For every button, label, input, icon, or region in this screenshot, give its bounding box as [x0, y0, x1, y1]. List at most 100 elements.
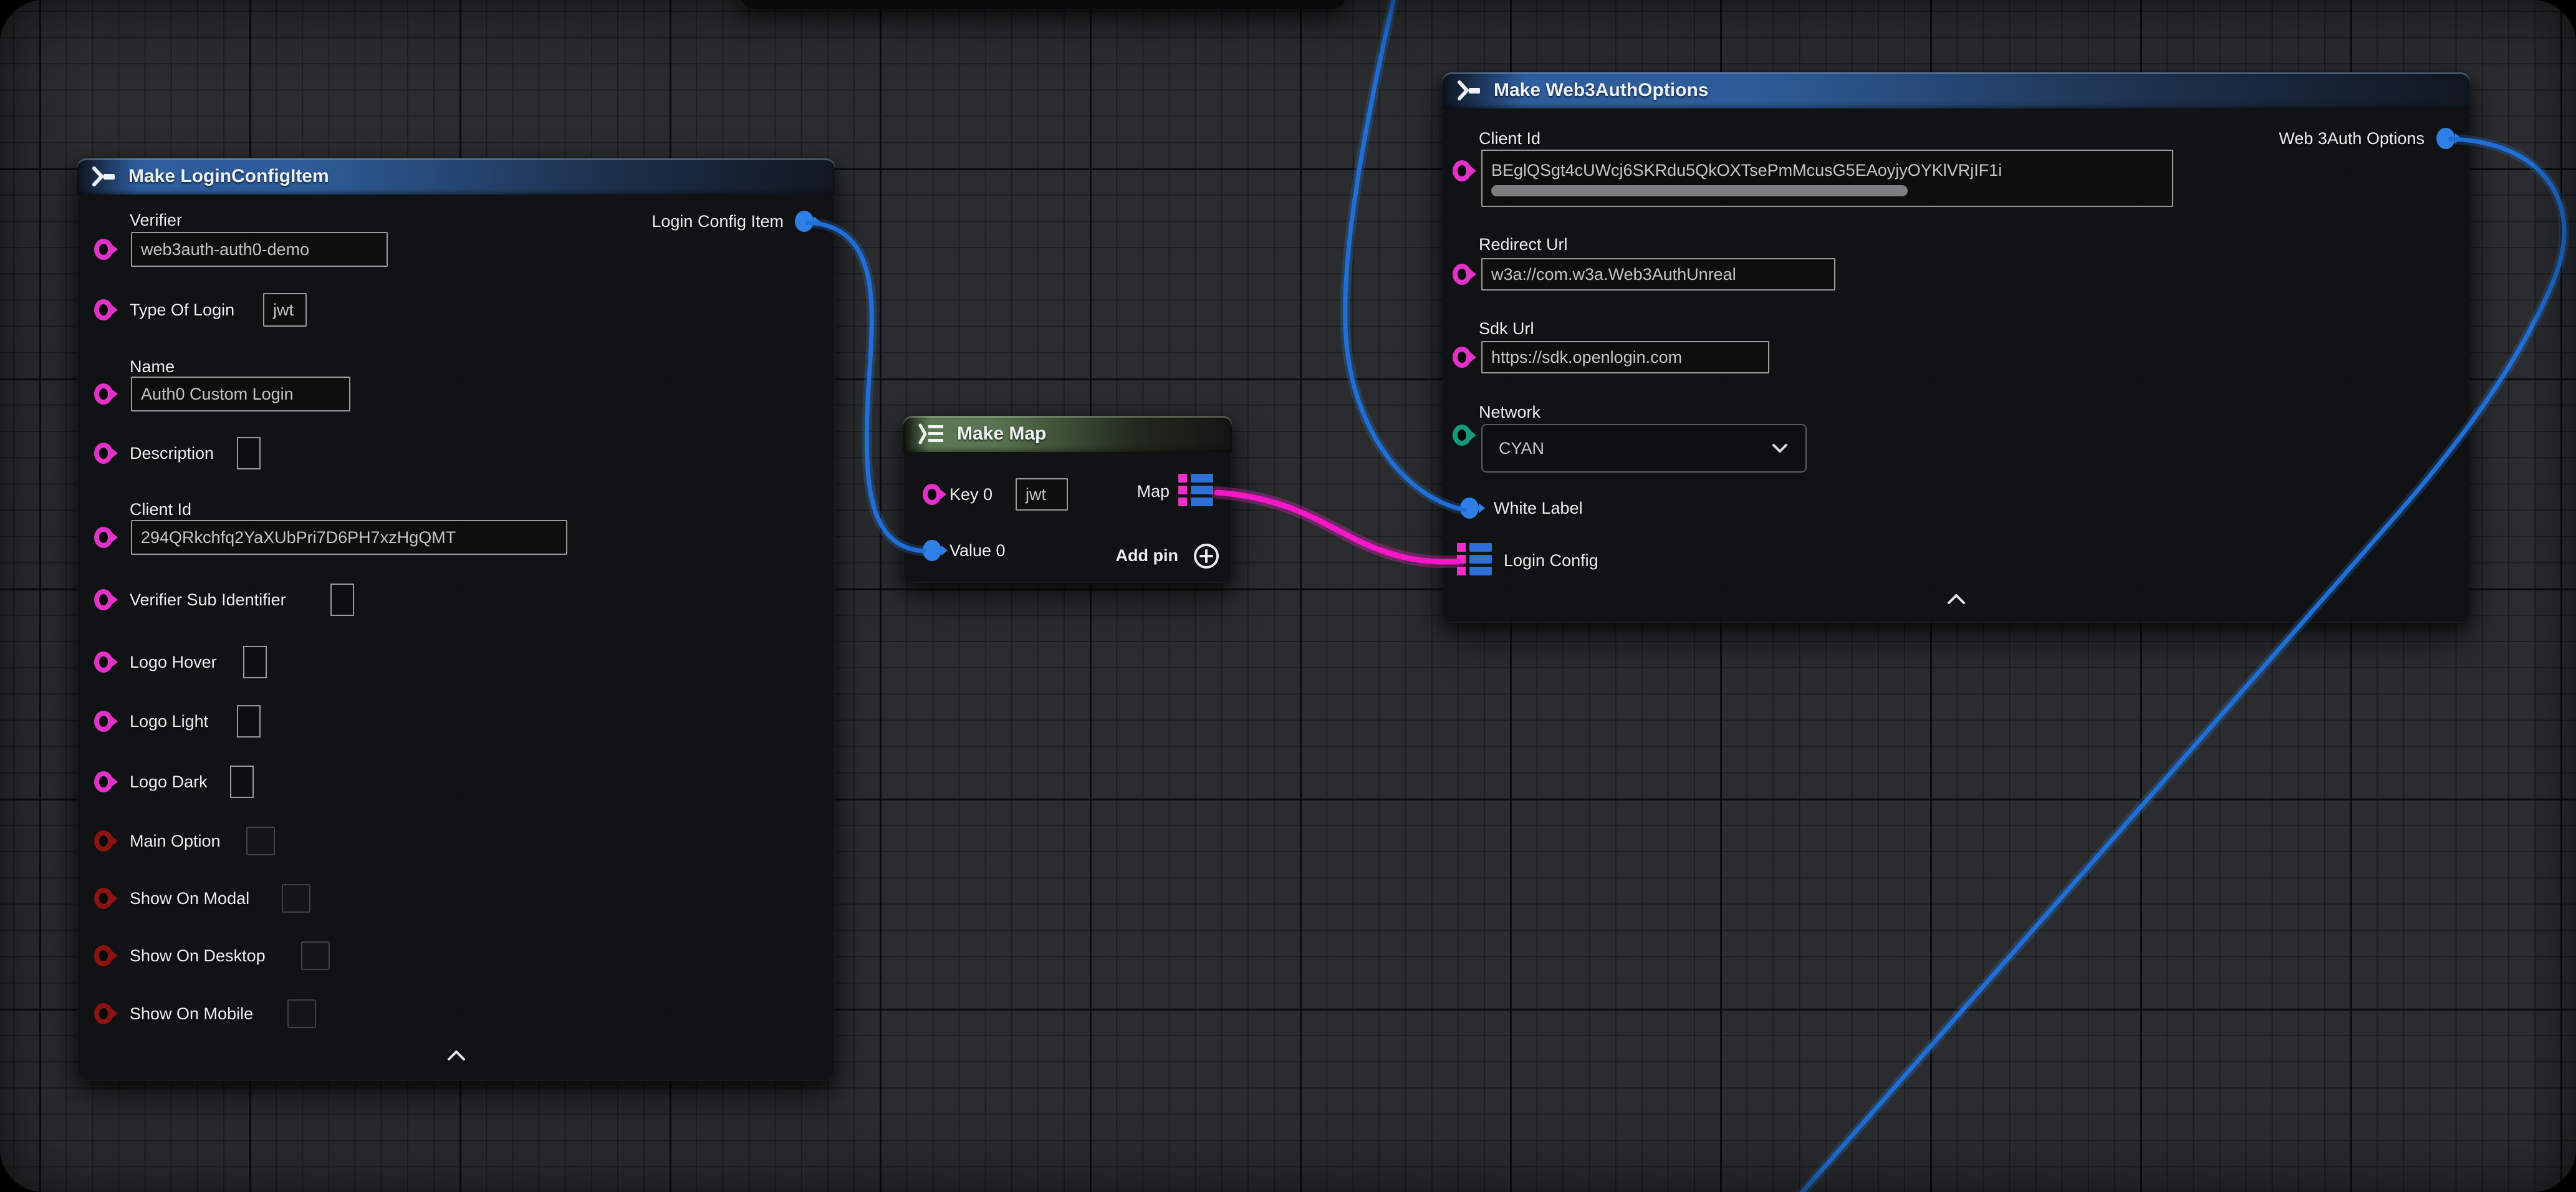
- pin-show-on-desktop[interactable]: [94, 945, 113, 966]
- network-dropdown[interactable]: CYAN: [1481, 424, 1807, 473]
- pin-label-web3auth-options: Web 3Auth Options: [2279, 128, 2425, 149]
- node-title: Make LoginConfigItem: [128, 166, 329, 187]
- add-pin-label: Add pin: [1116, 545, 1178, 566]
- pin-label-network: Network: [1479, 401, 1540, 423]
- pin-logo-hover[interactable]: [94, 651, 113, 673]
- key-0-value: jwt: [1026, 485, 1046, 504]
- pin-label-show-on-modal: Show On Modal: [130, 888, 249, 909]
- pin-client-id[interactable]: [94, 527, 113, 548]
- web3auth-client-id-input[interactable]: BEglQSgt4cUWcj6SKRdu5QkOXTsePmMcusG5EAoy…: [1481, 150, 2173, 207]
- show-on-mobile-checkbox[interactable]: [287, 999, 316, 1028]
- pin-label-verifier: Verifier: [130, 209, 182, 231]
- pin-label-logo-dark: Logo Dark: [130, 771, 208, 792]
- node-make-loginconfigitem: Make LoginConfigItem Login Config Item V…: [77, 158, 835, 1081]
- name-input[interactable]: Auth0 Custom Login: [131, 377, 350, 411]
- pin-label-main-option: Main Option: [130, 830, 221, 852]
- make-map-icon: [916, 421, 947, 446]
- pin-label-show-on-mobile: Show On Mobile: [130, 1003, 253, 1024]
- sdk-url-input[interactable]: https://sdk.openlogin.com: [1481, 341, 1769, 373]
- offscreen-node-remnant[interactable]: [739, 0, 1347, 9]
- redirect-url-input[interactable]: w3a://com.w3a.Web3AuthUnreal: [1481, 258, 1835, 291]
- add-pin-button[interactable]: [1192, 542, 1221, 570]
- chevron-up-icon: [1946, 592, 1967, 606]
- h-scrollbar[interactable]: [1491, 185, 1908, 196]
- pin-label-client-id: Client Id: [1479, 128, 1540, 149]
- pin-label-sdk-url: Sdk Url: [1479, 318, 1534, 339]
- wire-map-to-loginconfig-glow: [1217, 493, 1459, 562]
- pin-show-on-modal[interactable]: [94, 888, 113, 909]
- pin-label-map: Map: [1137, 481, 1170, 502]
- pin-type-of-login[interactable]: [94, 299, 113, 320]
- pin-label-login-config: Login Config: [1504, 550, 1598, 571]
- client-id-input[interactable]: 294QRkchfq2YaXUbPri7D6PH7xzHgQMT: [131, 520, 567, 555]
- pin-name[interactable]: [94, 383, 113, 405]
- pin-label-show-on-desktop: Show On Desktop: [130, 945, 266, 966]
- verifier-sub-identifier-input[interactable]: [330, 584, 354, 616]
- pin-verifier[interactable]: [94, 239, 113, 260]
- pin-logo-dark[interactable]: [94, 771, 113, 792]
- pin-label-logo-hover: Logo Hover: [130, 651, 217, 673]
- verifier-value: web3auth-auth0-demo: [141, 240, 309, 259]
- pin-map-output[interactable]: [1178, 474, 1213, 506]
- node-header-make-map[interactable]: Make Map: [903, 416, 1232, 452]
- pin-login-config-item-output[interactable]: [795, 211, 814, 232]
- make-struct-icon: [90, 164, 118, 189]
- node-header-make-web3authoptions[interactable]: Make Web3AuthOptions: [1443, 72, 2469, 108]
- pin-label-type-of-login: Type Of Login: [130, 299, 234, 320]
- pin-login-config[interactable]: [1457, 543, 1492, 575]
- pin-key-0[interactable]: [923, 484, 941, 505]
- wire-map-to-loginconfig: [1217, 493, 1459, 562]
- sdk-url-value: https://sdk.openlogin.com: [1491, 348, 1682, 367]
- network-selected-value: CYAN: [1499, 439, 1544, 458]
- collapse-node-button[interactable]: [446, 1049, 467, 1062]
- type-of-login-input[interactable]: jwt: [263, 293, 307, 327]
- type-of-login-value: jwt: [273, 300, 294, 320]
- redirect-url-value: w3a://com.w3a.Web3AuthUnreal: [1491, 265, 1736, 284]
- pin-show-on-mobile[interactable]: [94, 1003, 113, 1024]
- pin-label-verifier-sub-identifier: Verifier Sub Identifier: [130, 589, 286, 610]
- pin-label-client-id: Client Id: [130, 499, 191, 520]
- node-title: Make Web3AuthOptions: [1494, 80, 1708, 101]
- pin-label-value-0: Value 0: [949, 540, 1006, 561]
- node-title: Make Map: [957, 423, 1046, 445]
- show-on-modal-checkbox[interactable]: [282, 884, 310, 913]
- logo-hover-input[interactable]: [243, 646, 267, 678]
- pin-label-login-config-item: Login Config Item: [651, 211, 784, 232]
- blueprint-canvas[interactable]: Make LoginConfigItem Login Config Item V…: [0, 0, 2576, 1192]
- make-struct-icon: [1455, 78, 1484, 103]
- node-make-map: Make Map Key 0 jwt Map Value 0 Add pin: [903, 416, 1232, 583]
- pin-description[interactable]: [94, 443, 113, 464]
- pin-label-white-label: White Label: [1494, 497, 1583, 519]
- node-header-make-loginconfigitem[interactable]: Make LoginConfigItem: [77, 158, 835, 195]
- pin-label-redirect-url: Redirect Url: [1479, 234, 1568, 255]
- web3auth-client-id-value: BEglQSgt4cUWcj6SKRdu5QkOXTsePmMcusG5EAoy…: [1491, 161, 2002, 180]
- pin-network[interactable]: [1453, 425, 1471, 446]
- node-make-web3authoptions: Make Web3AuthOptions Web 3Auth Options C…: [1443, 72, 2469, 623]
- description-input[interactable]: [237, 437, 261, 469]
- name-value: Auth0 Custom Login: [141, 385, 294, 404]
- pin-web3auth-options-output[interactable]: [2436, 128, 2455, 149]
- pin-white-label[interactable]: [1460, 497, 1479, 519]
- client-id-value: 294QRkchfq2YaXUbPri7D6PH7xzHgQMT: [141, 528, 456, 547]
- pin-sdk-url[interactable]: [1453, 347, 1471, 368]
- pin-label-name: Name: [130, 356, 175, 377]
- logo-light-input[interactable]: [237, 705, 261, 738]
- add-pin-plus-icon: [1192, 542, 1221, 570]
- show-on-desktop-checkbox[interactable]: [301, 941, 330, 970]
- main-option-checkbox[interactable]: [246, 827, 275, 855]
- pin-value-0[interactable]: [923, 540, 941, 561]
- verifier-input[interactable]: web3auth-auth0-demo: [131, 232, 388, 267]
- pin-main-option[interactable]: [94, 830, 113, 852]
- logo-dark-input[interactable]: [230, 766, 254, 798]
- pin-redirect-url[interactable]: [1453, 264, 1471, 285]
- pin-label-logo-light: Logo Light: [130, 711, 208, 732]
- pin-label-key-0: Key 0: [949, 484, 992, 505]
- pin-label-description: Description: [130, 443, 214, 464]
- pin-verifier-sub-identifier[interactable]: [94, 589, 113, 610]
- screenshot-stage: Make LoginConfigItem Login Config Item V…: [0, 0, 2576, 1192]
- collapse-node-button[interactable]: [1946, 592, 1967, 606]
- pin-logo-light[interactable]: [94, 711, 113, 732]
- chevron-up-icon: [446, 1049, 467, 1062]
- pin-client-id[interactable]: [1453, 160, 1471, 181]
- key-0-input[interactable]: jwt: [1016, 478, 1068, 511]
